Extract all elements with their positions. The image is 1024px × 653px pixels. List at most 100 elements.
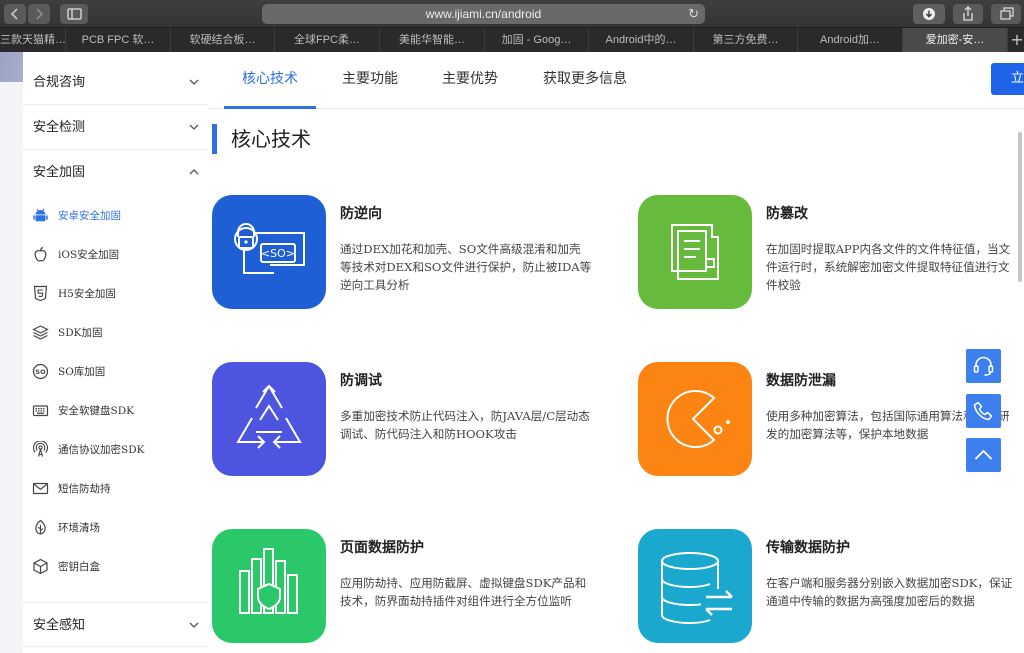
section-accent-bar [212,124,217,154]
reload-icon[interactable]: ↻ [688,4,699,24]
sidebar-item-android-hardening[interactable]: 安卓安全加固 [23,197,208,236]
category-label: 安全检测 [33,120,86,135]
feature-data-leak-prevention: 数据防泄漏 使用多种加密算法，包括国际通用算法和自主研发的加密算法等，保护本地数… [638,362,1018,478]
browser-tab[interactable]: 软硬结合板… [171,28,275,52]
tab-label: 主要功能 [342,71,398,87]
tab-label: 爱加密-安… [925,34,985,46]
tab-label: Android加… [820,34,880,46]
mail-icon [32,482,49,495]
chevron-down-icon [189,124,199,130]
forward-button[interactable] [28,4,50,24]
sidebar-item-so-hardening[interactable]: SO SO库加固 [23,353,208,392]
sidebar-item-secure-keyboard-sdk[interactable]: 安全软键盘SDK [23,392,208,431]
tab-more-info[interactable]: 获取更多信息 [530,52,640,109]
address-bar[interactable]: www.ijiami.cn/android ↻ [262,4,705,24]
web-page: 合规咨询 安全检测 安全加固 安卓安全加固 iOS安全加固 H5安全加固 SDK… [0,52,1024,653]
tab-label: 软硬结合板… [189,34,256,46]
browser-tab[interactable]: Android加… [798,28,903,52]
sidebar-item-label: H5安全加固 [58,288,116,300]
back-to-top-button[interactable] [966,438,1001,472]
tab-label: 加固 - Goog… [501,34,572,46]
chevron-down-icon [189,79,199,85]
cta-button[interactable]: 立 [991,63,1024,95]
feature-title: 数据防泄漏 [766,373,836,389]
sidebar-item-label: 通信协议加密SDK [58,444,145,456]
chevron-right-icon [36,8,44,20]
sidebar-item-label: 安卓安全加固 [58,210,121,222]
svg-text:<SO>: <SO> [261,247,295,260]
sidebar-category-compliance[interactable]: 合规咨询 [23,60,208,105]
feature-anti-debug: 防调试 多重加密技术防止代码注入，防JAVA层/C层动态调试、防代码注入和防HO… [212,362,592,478]
sidebar: 合规咨询 安全检测 安全加固 安卓安全加固 iOS安全加固 H5安全加固 SDK… [23,52,208,653]
tab-main-functions[interactable]: 主要功能 [326,52,414,109]
sidebar-toggle-button[interactable] [60,4,88,24]
browser-tab[interactable]: PCB FPC 软… [66,28,171,52]
category-label: 安全加固 [33,165,86,180]
chevron-up-icon [189,169,199,175]
feature-anti-reverse: <SO> 防逆向 通过DEX加花和加壳、SO文件高级混淆和加壳等技术对DEX和S… [212,195,592,311]
feature-page-data-protection: 页面数据防护 应用防劫持、应用防截屏、虚拟键盘SDK产品和技术，防界面劫持插件对… [212,529,592,645]
sidebar-category-hardening[interactable]: 安全加固 [23,150,208,195]
customer-service-button[interactable] [966,349,1001,383]
sidebar-category-awareness[interactable]: 安全感知 [23,602,208,647]
browser-tab[interactable]: 全球FPC柔… [275,28,380,52]
lock-so-icon: <SO> [212,195,326,309]
sidebar-item-protocol-encryption-sdk[interactable]: 通信协议加密SDK [23,431,208,470]
keyboard-icon [32,405,49,417]
feature-description: 在加固时提取APP内各文件的文件特征值，当文件运行时，系统解密加密文件提取特征值… [766,242,1011,292]
tabs-overview-button[interactable] [991,4,1021,24]
browser-tab[interactable]: 三款天猫精… [0,28,66,52]
apple-icon [34,247,47,262]
browser-tab[interactable]: 美能华智能… [380,28,485,52]
sidebar-item-whitebox-key[interactable]: 密钥白盒 [23,548,208,587]
browser-tab-active[interactable]: 爱加密-安… [903,28,1008,52]
layers-icon [32,325,49,340]
downloads-button[interactable] [913,4,945,24]
antenna-icon [32,441,49,457]
tab-main-advantages[interactable]: 主要优势 [426,52,514,109]
sidebar-item-h5-hardening[interactable]: H5安全加固 [23,275,208,314]
tab-label: PCB FPC 软… [81,34,155,46]
phone-contact-button[interactable] [966,394,1001,428]
sidebar-item-sms-anti-hijack[interactable]: 短信防劫持 [23,470,208,509]
chevron-down-icon [189,622,199,628]
tab-strip: 三款天猫精… PCB FPC 软… 软硬结合板… 全球FPC柔… 美能华智能… … [0,28,1024,52]
tab-core-technology[interactable]: 核心技术 [224,52,316,109]
share-button[interactable] [953,4,983,24]
main-content: 核心技术 主要功能 主要优势 获取更多信息 立 核心技术 <SO> 防逆向 通过… [208,52,1024,653]
tab-label: 第三方免费… [712,34,779,46]
browser-tab[interactable]: 第三方免费… [694,28,798,52]
sidebar-item-label: iOS安全加固 [58,249,120,261]
feature-title: 防调试 [340,373,382,389]
feature-description: 通过DEX加花和加壳、SO文件高级混淆和加壳等技术对DEX和SO文件进行保护，防… [340,242,592,292]
back-button[interactable] [4,4,26,24]
download-icon [923,8,935,20]
browser-tab[interactable]: 加固 - Goog… [485,28,589,52]
cube-icon [33,558,48,575]
shield-bars-icon [212,529,326,643]
sidebar-item-sdk-hardening[interactable]: SDK加固 [23,314,208,353]
sidebar-category-detection[interactable]: 安全检测 [23,105,208,150]
feature-anti-tamper: 防篡改 在加固时提取APP内各文件的文件特征值，当文件运行时，系统解密加密文件提… [638,195,1018,311]
sidebar-item-ios-hardening[interactable]: iOS安全加固 [23,236,208,275]
sidebar-item-environment-clearing[interactable]: 环境清场 [23,509,208,548]
sidebar-item-label: SDK加固 [58,327,103,339]
feature-title: 防逆向 [340,206,382,222]
headset-icon [973,356,994,376]
browser-tab[interactable]: Android中的… [589,28,694,52]
tab-label: 三款天猫精… [0,34,66,46]
page-scrollbar[interactable] [1018,132,1022,282]
recycle-triangle-icon [212,362,326,476]
sidebar-icon [67,8,82,20]
tabs-icon [1000,7,1014,20]
feature-description: 在客户端和服务器分别嵌入数据加密SDK，保证通道中传输的数据为高强度加密后的数据 [766,576,1013,608]
new-tab-icon[interactable]: + [1010,28,1024,52]
tab-label: Android中的… [605,34,677,46]
so-icon: SO [32,363,49,380]
browser-toolbar: www.ijiami.cn/android ↻ [0,0,1024,28]
chevron-left-icon [10,8,18,20]
tab-label: 核心技术 [242,71,298,87]
url-text: www.ijiami.cn/android [425,7,542,21]
tab-label: 获取更多信息 [543,71,627,87]
section-title: 核心技术 [231,127,311,151]
